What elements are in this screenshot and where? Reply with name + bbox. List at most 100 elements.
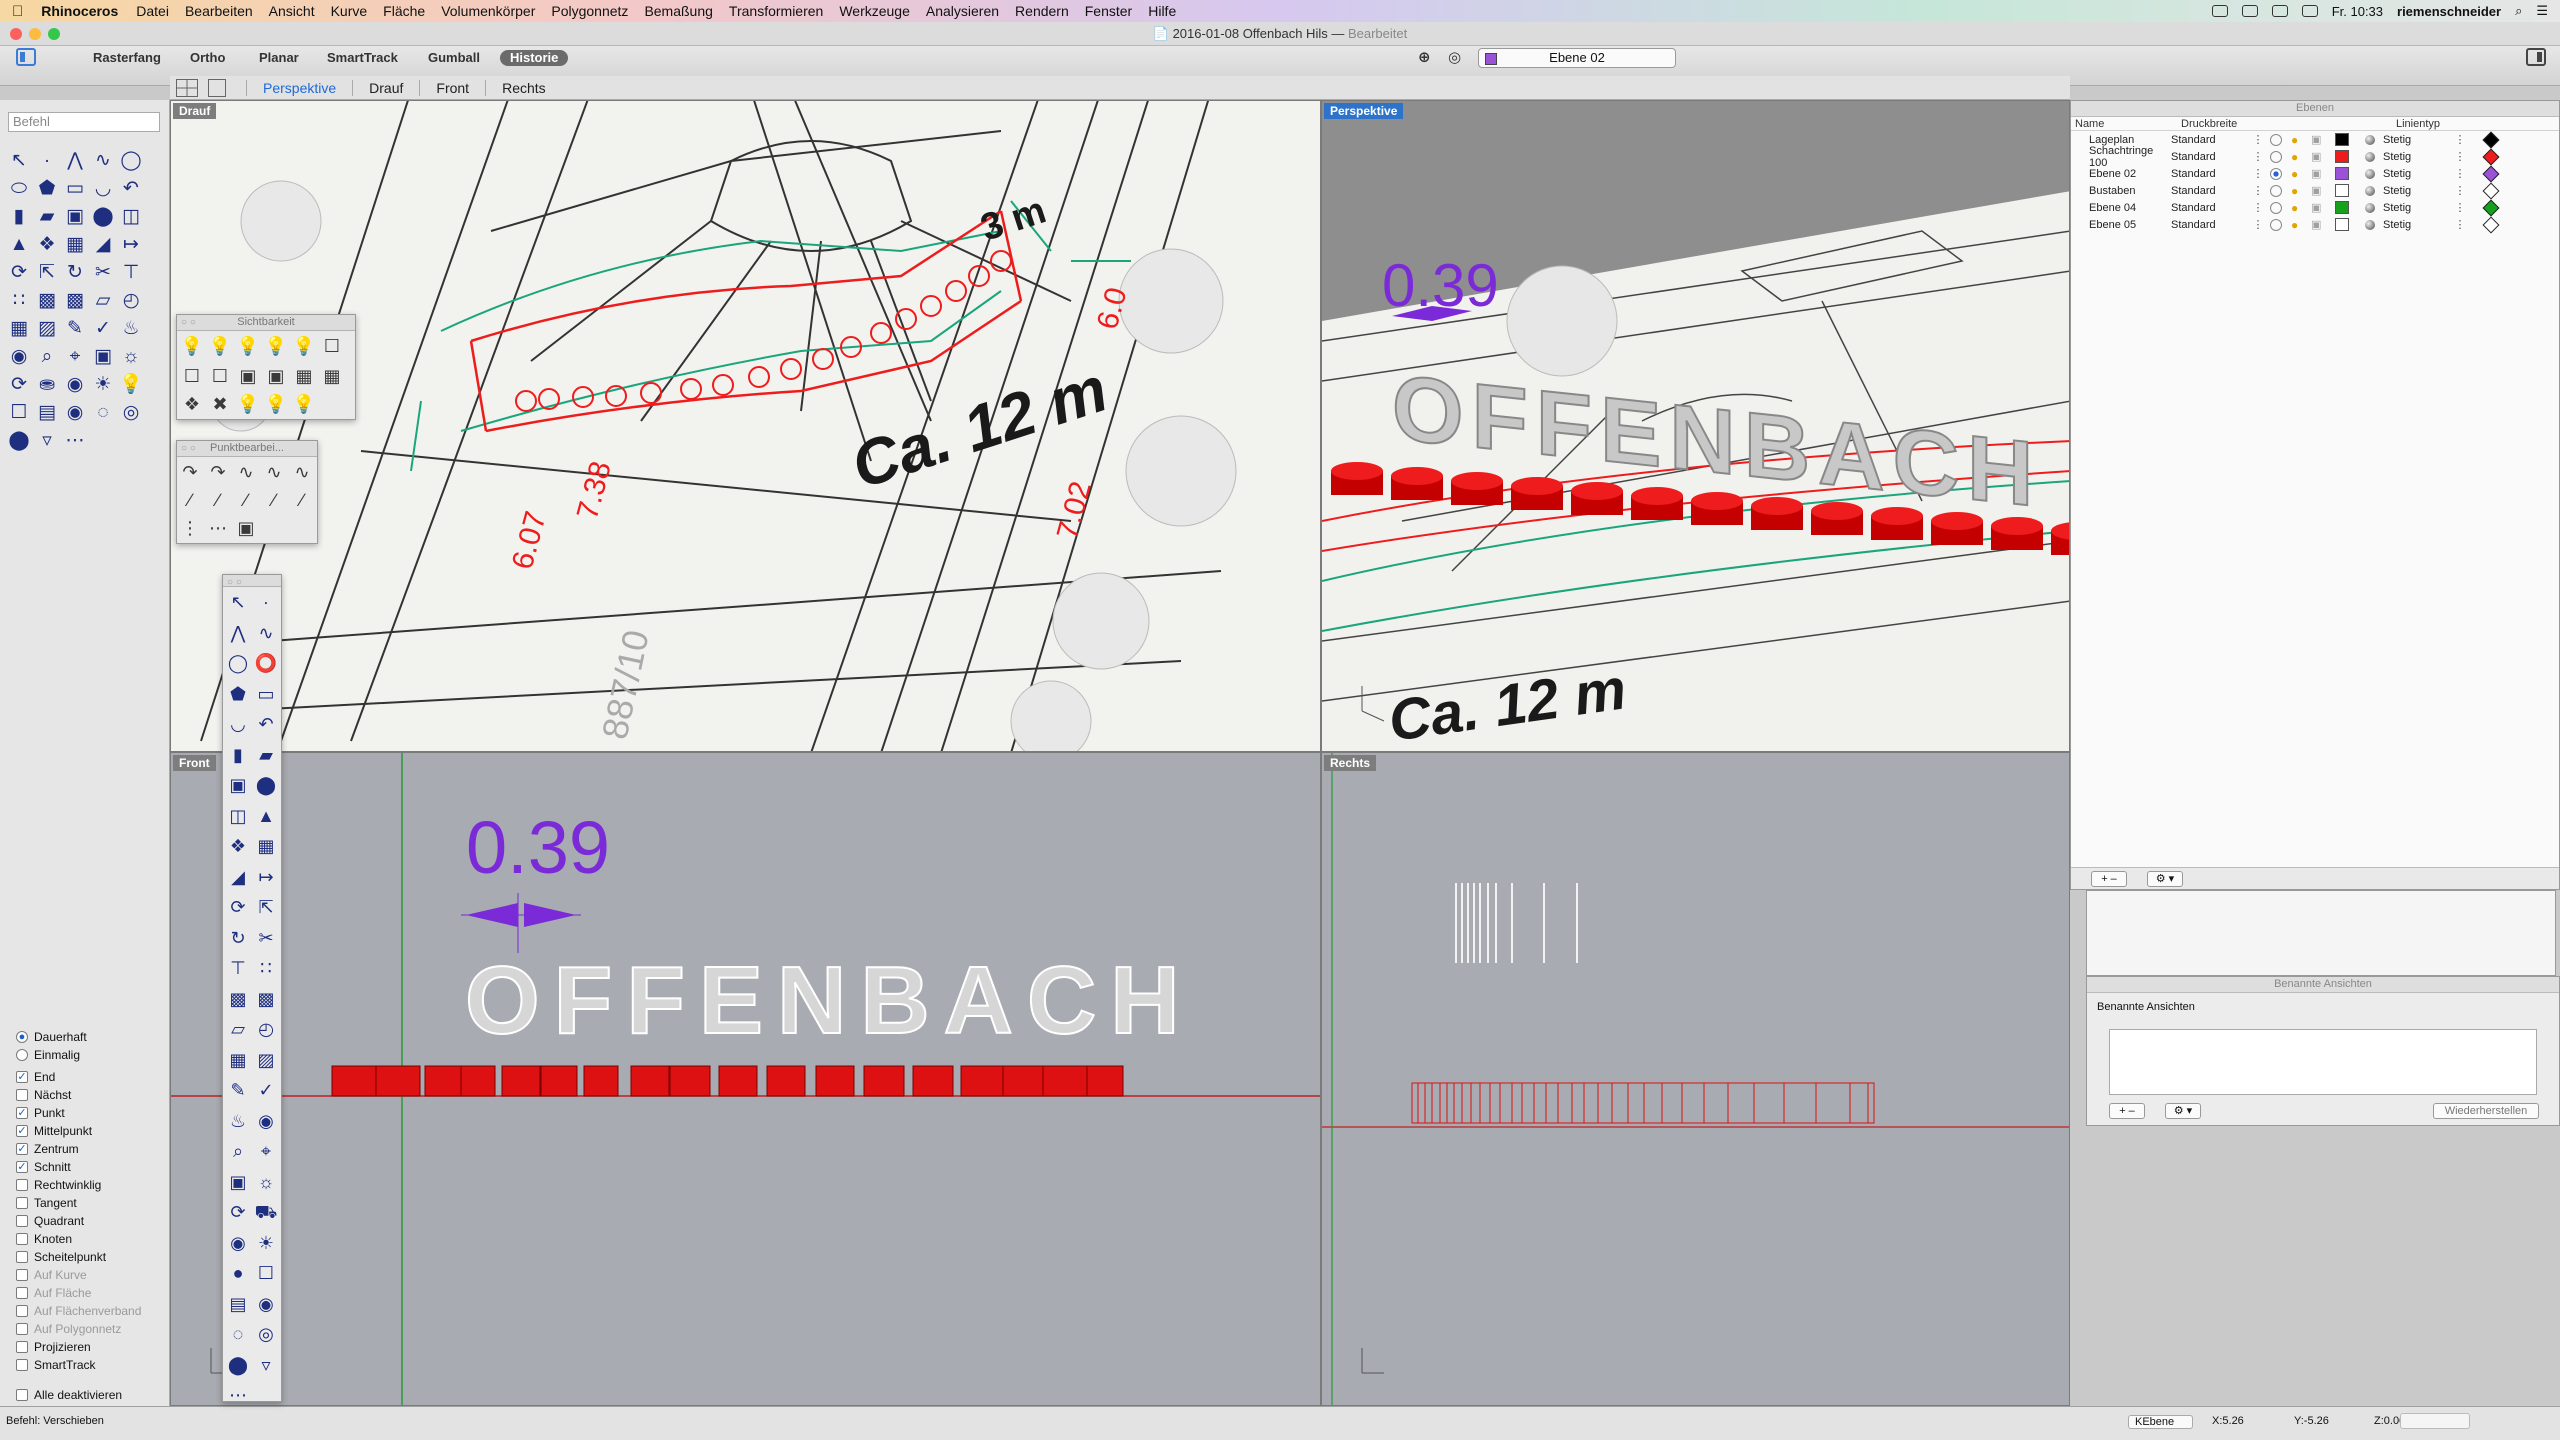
menu-bemassung[interactable]: Bemaßung [644,3,712,19]
layer-more-icon[interactable]: ⋮ [2453,218,2467,231]
add-remove-view-button[interactable]: + – [2109,1103,2145,1119]
floating-tool-icon[interactable]: ⇱ [253,894,279,920]
line-edit-icon[interactable]: ∕ [289,487,315,513]
curve-tool-icon[interactable]: ∿ [90,148,116,174]
layout-tool-icon[interactable]: ▨ [34,316,60,342]
snapshot-tool-icon[interactable]: ▿ [34,428,60,454]
layer-row[interactable]: Ebene 05 Standard ⋮ ● ▣ Stetig ⋮ [2071,216,2559,233]
snap-disable-all[interactable]: Alle deaktivieren [16,1386,166,1404]
layer-print-color-icon[interactable] [2482,216,2500,233]
checkbox-icon[interactable] [16,1359,28,1371]
lock-icon[interactable]: ▣ [263,363,289,389]
snap-item-7[interactable]: Tangent [16,1194,166,1212]
globe-tool-icon[interactable]: ◌ [90,400,116,426]
grid-icon[interactable]: ▦ [319,363,345,389]
curve-edit-icon[interactable]: ∿ [233,459,259,485]
snap-item-4[interactable]: ✓ Zentrum [16,1140,166,1158]
cplane-select[interactable]: KEbene [2128,1415,2194,1429]
viewport-front[interactable]: Front OFFENBACH 0.39 [170,752,1321,1406]
layer-row[interactable]: Schachtringe 100 Standard ⋮ ● ▣ Stetig ⋮ [2071,145,2559,169]
extrude-tool-icon[interactable]: ▲ [6,232,32,258]
layer-color-swatch[interactable] [2335,133,2349,146]
viewport-rechts[interactable]: Rechts [1321,752,2070,1406]
mesh-tool-icon[interactable]: ▦ [62,232,88,258]
floating-tool-icon[interactable]: ⭕ [253,650,279,676]
floating-tool-icon[interactable]: ◴ [253,1016,279,1042]
grid-tool-icon[interactable]: ▦ [6,316,32,342]
floating-tool-icon[interactable]: ✂ [253,925,279,951]
layer-material-icon[interactable] [2365,134,2375,145]
polyline-tool-icon[interactable]: ⋀ [62,148,88,174]
menu-fenster[interactable]: Fenster [1085,3,1132,19]
bulb-icon[interactable]: 💡 [263,333,289,359]
app-menu[interactable]: Rhinoceros [41,3,118,19]
radio-icon[interactable] [16,1049,28,1061]
smarttrack-button[interactable]: SmartTrack [327,50,398,66]
floating-tool-icon[interactable]: ◢ [225,864,251,890]
layer-row[interactable]: Ebene 04 Standard ⋮ ● ▣ Stetig ⋮ [2071,199,2559,216]
checkbox-icon[interactable] [16,1389,28,1401]
historie-button[interactable]: Historie [500,50,569,66]
checkbox-icon[interactable] [16,1341,28,1353]
viewport-label-rechts[interactable]: Rechts [1324,755,1377,771]
floating-tool-icon[interactable]: ⟳ [225,894,251,920]
snap-item-8[interactable]: Quadrant [16,1212,166,1230]
bulb-icon[interactable]: 💡 [235,391,261,417]
floating-tool-icon[interactable]: ⋀ [225,620,251,646]
layer-material-icon[interactable] [2365,151,2375,162]
floating-tool-icon[interactable]: ◫ [225,803,251,829]
floating-tool-icon[interactable]: ▮ [225,742,251,768]
layer-material-icon[interactable] [2365,219,2375,230]
view-options-button[interactable]: ⚙ ▾ [2165,1103,2201,1119]
curve-edit-icon[interactable]: ∿ [261,459,287,485]
rotate-tool-icon[interactable]: ↻ [62,260,88,286]
floating-tool-icon[interactable]: ⬤ [225,1352,251,1378]
floating-tool-icon[interactable]: ◉ [253,1291,279,1317]
four-view-layout-icon[interactable] [176,78,198,97]
snap-item-14[interactable]: Auf Polygonnetz [16,1320,166,1338]
snap-item-3[interactable]: ✓ Mittelpunkt [16,1122,166,1140]
hide-icon[interactable]: ✖ [207,391,233,417]
notification-icon[interactable]: ☰ [2536,3,2548,19]
layer-print-color-icon[interactable] [2482,165,2500,182]
layer-lock-icon[interactable]: ▣ [2311,184,2323,197]
layer-more-icon[interactable]: ⋮ [2251,201,2265,214]
floating-tool-icon[interactable]: ☐ [253,1260,279,1286]
line-edit-icon[interactable]: ∕ [233,487,259,513]
floating-tool-icon[interactable]: ▨ [253,1047,279,1073]
checkbox-icon[interactable] [16,1269,28,1281]
menu-bearbeiten[interactable]: Bearbeiten [185,3,253,19]
layer-color-swatch[interactable] [2335,218,2349,231]
floating-tool-icon[interactable]: ∷ [253,955,279,981]
text-tool-icon[interactable]: ⊤ [118,260,144,286]
layer-current-radio[interactable] [2270,133,2282,146]
surface-tool-icon[interactable]: ▮ [6,204,32,230]
curve-edit-icon[interactable]: ∿ [289,459,315,485]
layer-color-swatch[interactable] [2335,150,2349,163]
floating-tool-icon[interactable]: ∙ [253,589,279,615]
floating-tool-icon[interactable]: ▣ [225,1169,251,1195]
floating-tool-icon[interactable]: ⬤ [253,772,279,798]
lock-icon[interactable]: ▣ [235,363,261,389]
checkbox-icon[interactable]: ✓ [16,1161,28,1173]
fillet-edge-tool-icon[interactable]: ◢ [90,232,116,258]
checkbox-icon[interactable] [16,1089,28,1101]
floating-tool-icon[interactable]: ↦ [253,864,279,890]
volume-icon[interactable] [2301,5,2318,17]
layer-material-icon[interactable] [2365,168,2375,179]
menu-flaeche[interactable]: Fläche [383,3,425,19]
spotlight-icon[interactable]: ⌕ [2515,3,2522,19]
col-linientyp[interactable]: Linientyp [2396,117,2496,130]
trim-tool-icon[interactable]: ✂ [90,260,116,286]
floating-tool-icon[interactable]: ✓ [253,1077,279,1103]
layer-more-icon[interactable]: ⋮ [2453,167,2467,180]
bulb-icon[interactable]: 💡 [207,333,233,359]
floating-tool-icon[interactable]: ▰ [253,742,279,768]
add-remove-layer-button[interactable]: + – [2091,871,2127,887]
checkbox-icon[interactable]: ✓ [16,1125,28,1137]
line-edit-icon[interactable]: ∕ [261,487,287,513]
menu-datei[interactable]: Datei [136,3,169,19]
floating-tool-icon[interactable]: ▦ [253,833,279,859]
viewport-label-front[interactable]: Front [173,755,216,771]
layer-print-color-icon[interactable] [2482,199,2500,216]
